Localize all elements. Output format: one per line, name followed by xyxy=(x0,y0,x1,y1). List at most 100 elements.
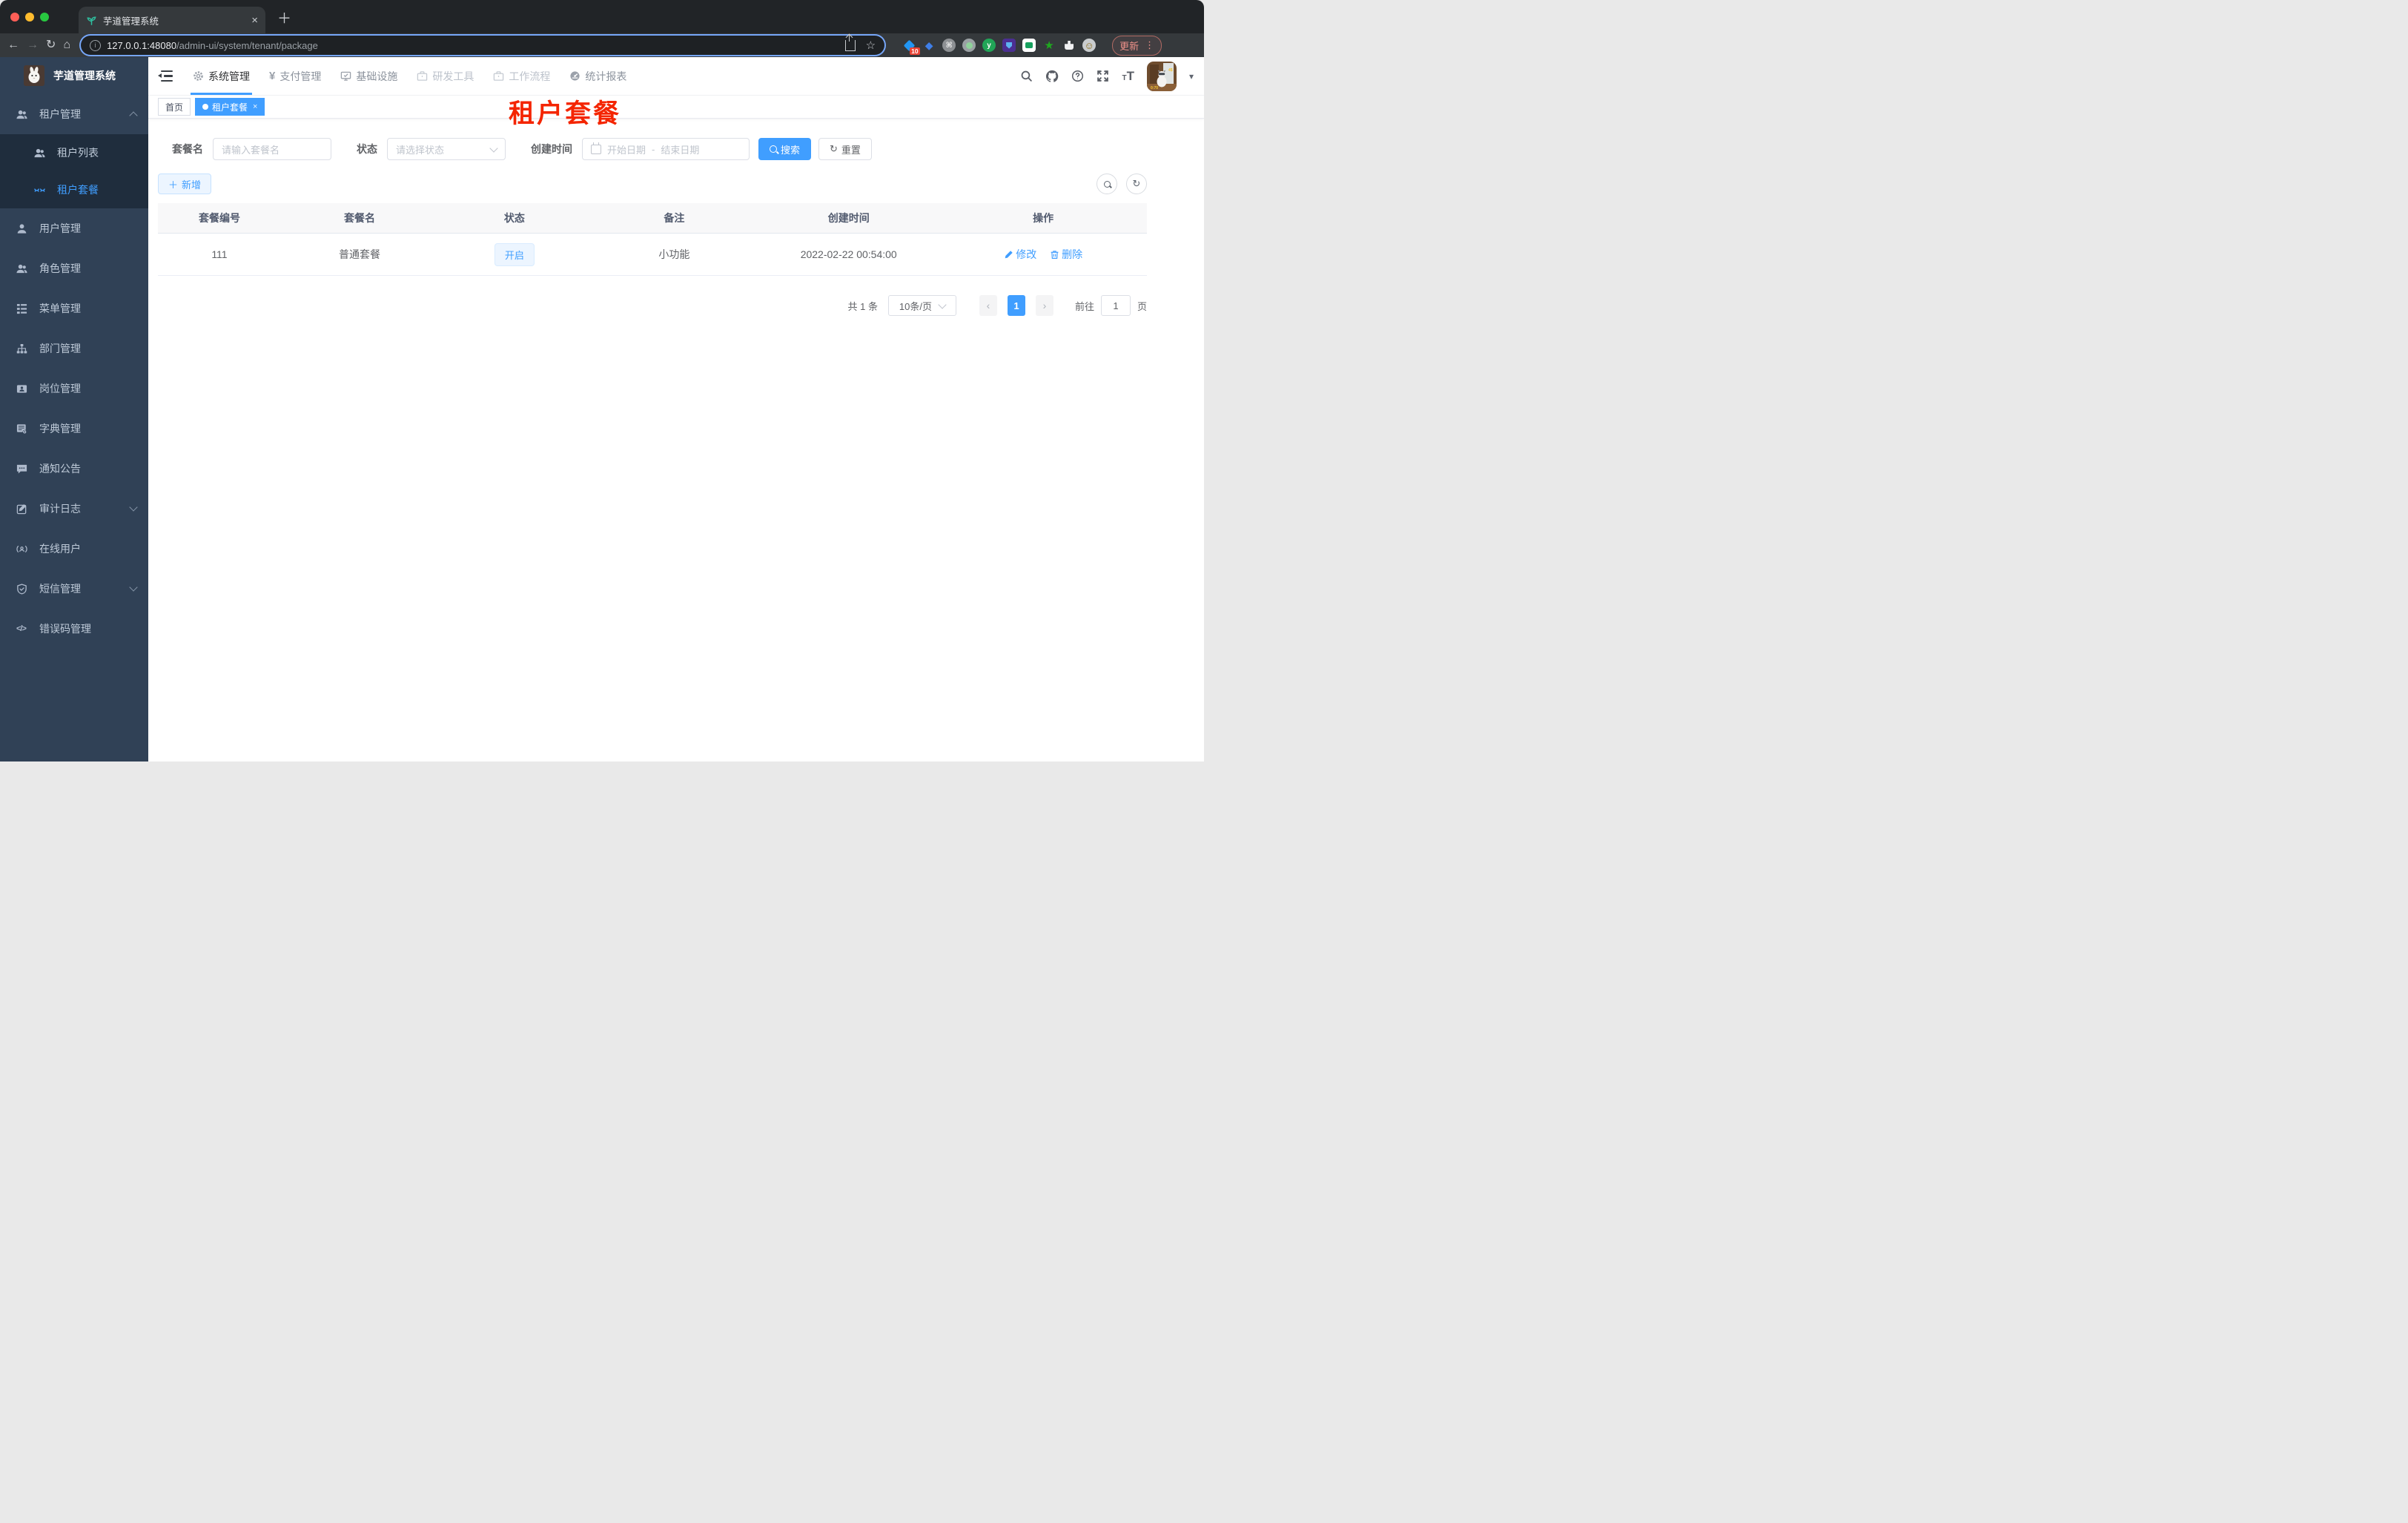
browser-tab[interactable]: 芋道管理系统 × xyxy=(79,7,265,33)
search-icon[interactable] xyxy=(1020,70,1033,82)
sidebar-item-error-code[interactable]: </> 错误码管理 xyxy=(0,609,148,649)
tag-tenant-package[interactable]: 租户套餐 × xyxy=(195,98,265,116)
chevron-down-icon xyxy=(938,300,947,309)
pen-icon xyxy=(1005,250,1013,258)
package-name-input[interactable]: 请输入套餐名 xyxy=(213,138,331,160)
status-select[interactable]: 请选择状态 xyxy=(387,138,506,160)
top-nav-dev-tools[interactable]: 研发工具 xyxy=(407,57,483,95)
briefcase-icon xyxy=(493,70,504,82)
top-nav-report[interactable]: 统计报表 xyxy=(560,57,636,95)
sidebar-item-label: 字典管理 xyxy=(39,423,81,435)
zoom-window-button[interactable] xyxy=(40,12,49,22)
reset-button[interactable]: ↻ 重置 xyxy=(818,138,872,160)
back-icon[interactable]: ← xyxy=(7,39,19,51)
sidebar-item-tenant-package[interactable]: 租户套餐 xyxy=(0,171,148,208)
sidebar-item-tenant-list[interactable]: 租户列表 xyxy=(0,134,148,171)
font-size-icon[interactable]: TT xyxy=(1122,69,1134,84)
url-text: 127.0.0.1:48080/admin-ui/system/tenant/p… xyxy=(107,40,318,51)
sidebar-item-post-management[interactable]: 岗位管理 xyxy=(0,369,148,409)
extension-icon[interactable]: ◆ xyxy=(922,39,936,52)
tag-close-icon[interactable]: × xyxy=(253,102,257,111)
reload-icon[interactable]: ↻ xyxy=(46,39,56,51)
sidebar-item-department-management[interactable]: 部门管理 xyxy=(0,328,148,369)
browser-tabstrip: 芋道管理系统 × ＋ xyxy=(0,0,1204,33)
top-nav-infrastructure[interactable]: 基础设施 xyxy=(331,57,407,95)
site-info-icon[interactable]: i xyxy=(90,39,102,51)
users-icon xyxy=(34,148,45,157)
top-nav-workflow[interactable]: 工作流程 xyxy=(483,57,560,95)
chevron-down-icon xyxy=(489,143,498,153)
sidebar-item-role-management[interactable]: 角色管理 xyxy=(0,248,148,288)
goto-label: 前往 xyxy=(1074,300,1094,312)
extensions-row: 10 ◆ ⌘ y ★ ☺ xyxy=(902,39,1096,55)
extension-icon[interactable] xyxy=(1062,39,1076,52)
sidebar-logo[interactable]: 芋道管理系统 xyxy=(0,57,148,94)
next-page-button[interactable]: › xyxy=(1035,295,1054,316)
extension-badge: 10 xyxy=(909,47,921,55)
top-nav-label: 工作流程 xyxy=(509,70,551,82)
help-icon[interactable] xyxy=(1071,70,1084,82)
sidebar-item-online-users[interactable]: 在线用户 xyxy=(0,529,148,569)
sidebar-item-menu-management[interactable]: 菜单管理 xyxy=(0,288,148,328)
sidebar-item-dict-management[interactable]: 字典管理 xyxy=(0,409,148,449)
header-actions: TT 4$ 0:70 ▾ xyxy=(1020,61,1204,91)
extension-icon[interactable]: ☺ xyxy=(1082,39,1096,52)
extension-icon[interactable]: y xyxy=(982,39,996,52)
sidebar-item-user-management[interactable]: 用户管理 xyxy=(0,208,148,248)
add-button[interactable]: ＋新增 xyxy=(158,174,212,194)
minimize-window-button[interactable] xyxy=(25,12,34,22)
tag-home[interactable]: 首页 xyxy=(158,98,191,116)
top-nav-label: 系统管理 xyxy=(208,70,250,82)
share-icon[interactable] xyxy=(844,34,856,51)
refresh-table-button[interactable]: ↻ xyxy=(1126,174,1147,194)
extension-icon[interactable]: 10 xyxy=(902,39,921,55)
sidebar-item-audit-log[interactable]: 审计日志 xyxy=(0,489,148,529)
new-tab-button[interactable]: ＋ xyxy=(277,7,291,33)
sidebar-item-tenant-management[interactable]: 租户管理 xyxy=(0,94,148,134)
close-window-button[interactable] xyxy=(10,12,19,22)
fullscreen-icon[interactable] xyxy=(1096,70,1109,82)
sidebar-item-label: 菜单管理 xyxy=(39,303,81,314)
delete-link[interactable]: 删除 xyxy=(1050,247,1082,262)
search-icon xyxy=(1103,180,1111,188)
app-header: 系统管理 ¥ 支付管理 基础设施 研发工具 工作流程 统计报表 T T 4$ 0… xyxy=(148,57,1204,96)
browser-update-button[interactable]: 更新 ⋮ xyxy=(1112,35,1162,56)
forward-icon[interactable]: → xyxy=(27,39,39,51)
search-button[interactable]: 搜索 xyxy=(758,138,812,160)
extension-icon[interactable]: ⌘ xyxy=(942,39,956,52)
home-icon[interactable]: ⌂ xyxy=(63,39,70,51)
chevron-down-icon xyxy=(129,583,138,592)
svg-text:4$: 4$ xyxy=(1168,68,1173,73)
top-nav-payment[interactable]: ¥ 支付管理 xyxy=(259,57,331,95)
top-nav-system[interactable]: 系统管理 xyxy=(183,57,259,95)
sidebar-item-label: 错误码管理 xyxy=(39,623,91,635)
filter-name-label: 套餐名 xyxy=(172,143,203,155)
sidebar-item-label: 租户管理 xyxy=(39,108,81,120)
date-range-picker[interactable]: 开始日期 - 结束日期 xyxy=(582,138,750,160)
extension-icon[interactable] xyxy=(1022,39,1036,52)
extension-icon[interactable] xyxy=(1002,39,1016,52)
caret-down-icon[interactable]: ▾ xyxy=(1189,71,1194,82)
tree-icon xyxy=(16,303,27,314)
address-bar[interactable]: i 127.0.0.1:48080/admin-ui/system/tenant… xyxy=(81,34,885,55)
edit-link[interactable]: 修改 xyxy=(1004,247,1036,262)
sidebar-fold-icon[interactable] xyxy=(158,70,173,82)
sidebar-item-sms-management[interactable]: 短信管理 xyxy=(0,569,148,609)
prev-page-button[interactable]: ‹ xyxy=(979,295,997,316)
current-page[interactable]: 1 xyxy=(1007,295,1025,316)
toggle-search-button[interactable] xyxy=(1096,174,1117,194)
github-icon[interactable] xyxy=(1045,70,1059,83)
goto-page-input[interactable] xyxy=(1100,295,1131,316)
refresh-icon: ↻ xyxy=(1132,178,1141,189)
sidebar-item-notice[interactable]: 通知公告 xyxy=(0,449,148,489)
page-size-select[interactable]: 10条/页 xyxy=(887,295,956,316)
user-avatar[interactable]: 4$ 0:70 xyxy=(1146,61,1177,91)
bookmark-star-icon[interactable]: ☆ xyxy=(866,39,876,52)
total-count: 共 1 条 xyxy=(847,300,878,312)
tab-close-icon[interactable]: × xyxy=(251,14,258,27)
plus-icon: ＋ xyxy=(168,179,179,191)
table-toolbar: ＋新增 ↻ xyxy=(158,174,1147,194)
browser-menu-icon[interactable]: ⋮ xyxy=(1145,39,1154,51)
extension-icon[interactable] xyxy=(962,39,976,52)
extension-icon[interactable]: ★ xyxy=(1042,39,1056,52)
